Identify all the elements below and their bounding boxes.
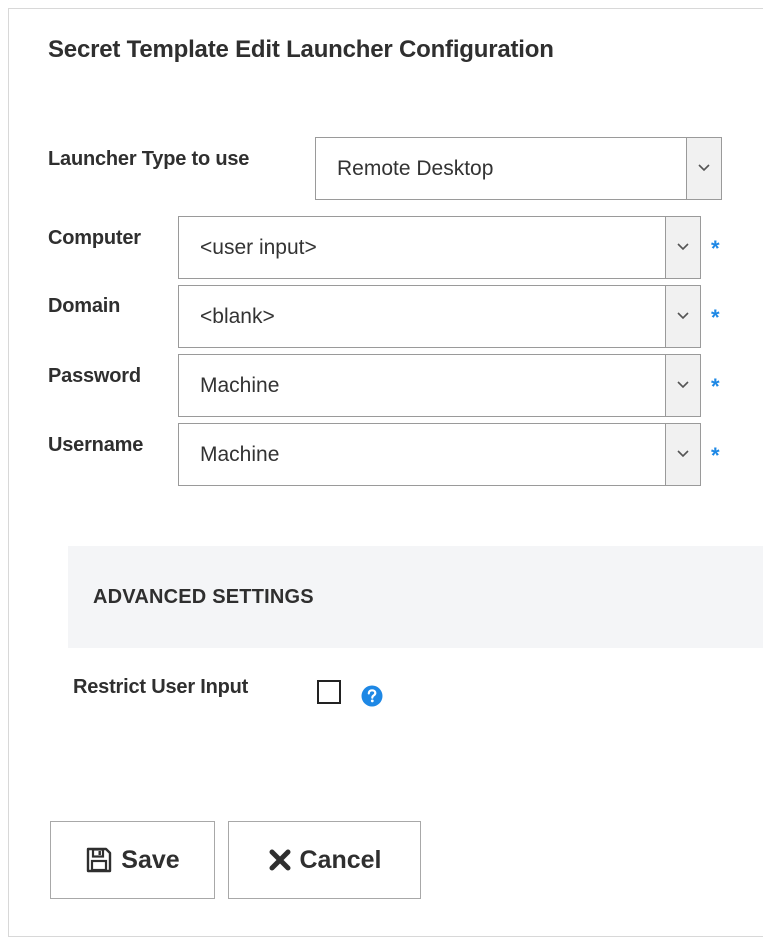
chevron-down-icon	[677, 312, 689, 320]
page-title: Secret Template Edit Launcher Configurat…	[48, 36, 554, 63]
floppy-disk-icon	[85, 846, 113, 874]
restrict-user-input-label: Restrict User Input	[73, 676, 249, 698]
password-label: Password	[48, 365, 141, 387]
advanced-settings-title: ADVANCED SETTINGS	[93, 586, 314, 608]
domain-value: <blank>	[200, 305, 275, 328]
computer-value: <user input>	[200, 236, 317, 259]
username-select[interactable]: Machine	[178, 423, 701, 486]
password-select[interactable]: Machine	[178, 354, 701, 417]
chevron-down-icon	[677, 381, 689, 389]
launcher-type-dropdown-button[interactable]	[686, 138, 721, 199]
computer-dropdown-button[interactable]	[665, 217, 700, 278]
required-star: *	[711, 374, 720, 399]
launcher-type-label: Launcher Type to use	[48, 148, 250, 170]
computer-select[interactable]: <user input>	[178, 216, 701, 279]
cancel-button[interactable]: Cancel	[228, 821, 421, 899]
username-value: Machine	[200, 443, 280, 466]
password-value: Machine	[200, 374, 280, 397]
required-star: *	[711, 443, 720, 468]
required-star: *	[711, 236, 720, 261]
computer-label: Computer	[48, 227, 141, 249]
advanced-settings-header: ADVANCED SETTINGS	[68, 546, 763, 648]
username-dropdown-button[interactable]	[665, 424, 700, 485]
domain-select[interactable]: <blank>	[178, 285, 701, 348]
save-button-label: Save	[121, 845, 180, 874]
save-button[interactable]: Save	[50, 821, 215, 899]
username-label: Username	[48, 434, 144, 456]
chevron-down-icon	[677, 450, 689, 458]
domain-label: Domain	[48, 295, 121, 317]
domain-dropdown-button[interactable]	[665, 286, 700, 347]
launcher-type-value: Remote Desktop	[337, 157, 494, 180]
cancel-button-label: Cancel	[299, 845, 382, 874]
launcher-type-select[interactable]: Remote Desktop	[315, 137, 722, 200]
question-circle-icon[interactable]	[361, 685, 383, 707]
restrict-user-input-checkbox[interactable]	[317, 680, 341, 704]
password-dropdown-button[interactable]	[665, 355, 700, 416]
chevron-down-icon	[677, 243, 689, 251]
chevron-down-icon	[698, 164, 710, 172]
x-icon	[268, 848, 292, 872]
required-star: *	[711, 305, 720, 330]
